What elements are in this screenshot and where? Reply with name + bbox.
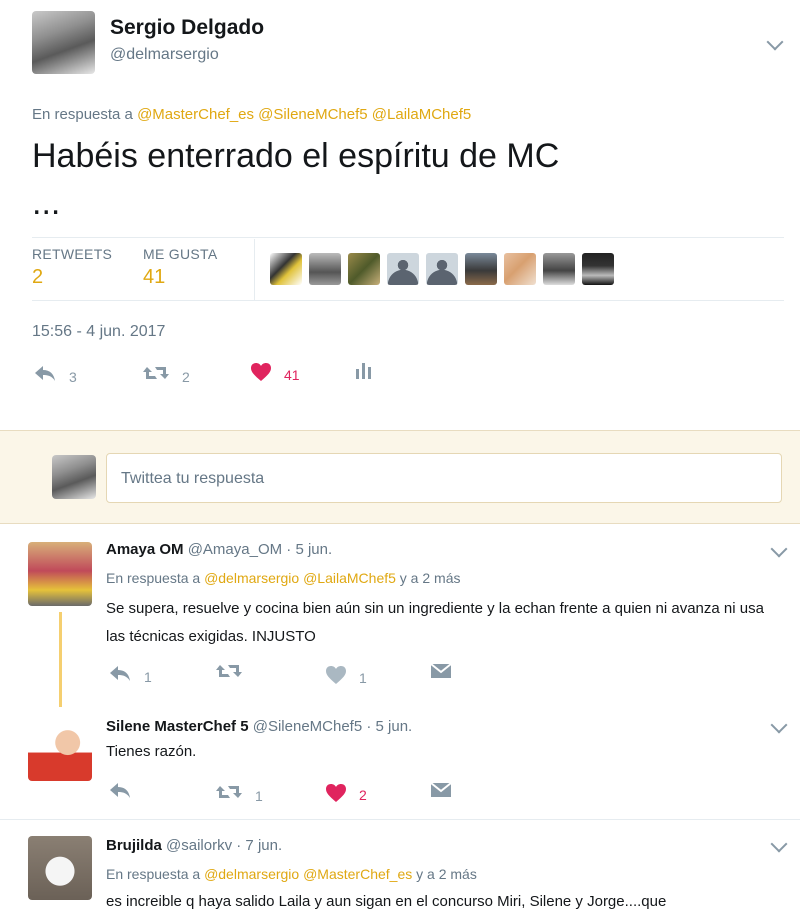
like-count: 1: [359, 670, 367, 686]
retweet-icon: [142, 363, 170, 383]
liker-avatar[interactable]: [309, 253, 341, 285]
retweet-icon: [215, 782, 243, 802]
liker-avatar[interactable]: [348, 253, 380, 285]
chevron-down-icon[interactable]: [770, 835, 788, 853]
chevron-down-icon[interactable]: [770, 716, 788, 734]
retweet-count: 2: [182, 369, 190, 385]
reply-input[interactable]: Twittea tu respuesta: [106, 453, 782, 503]
like-count: 41: [284, 367, 300, 383]
tweet-timestamp[interactable]: 15:56 - 4 jun. 2017: [32, 323, 165, 341]
reply-author-handle[interactable]: @SileneMChef5: [253, 718, 362, 735]
reply-count: 3: [69, 369, 77, 385]
like-action[interactable]: 1: [325, 664, 367, 686]
heart-icon: [325, 665, 347, 685]
reply-compose-area: Twittea tu respuesta: [0, 430, 800, 524]
reply-action[interactable]: 3: [33, 361, 77, 385]
likes-count[interactable]: 41: [143, 266, 165, 289]
author-handle[interactable]: @delmarsergio: [110, 46, 219, 64]
reply-input-placeholder: Twittea tu respuesta: [121, 470, 265, 487]
reply-count: 1: [144, 669, 152, 685]
reply-time[interactable]: · 5 jun.: [366, 718, 412, 735]
my-avatar: [52, 455, 96, 499]
reply-action[interactable]: 1: [108, 661, 152, 685]
reply-author-name[interactable]: Amaya OM: [106, 541, 184, 558]
retweet-action[interactable]: 1: [215, 780, 263, 804]
reply-text: Tienes razón.: [106, 743, 197, 760]
liker-avatar[interactable]: [504, 253, 536, 285]
retweet-count: 1: [255, 788, 263, 804]
stats-top-divider: [32, 237, 784, 238]
liker-avatar[interactable]: [426, 253, 458, 285]
envelope-icon: [430, 781, 452, 799]
reply-icon: [108, 780, 132, 800]
author-name[interactable]: Sergio Delgado: [110, 16, 264, 40]
reply-author-name[interactable]: Silene MasterChef 5: [106, 718, 249, 735]
analytics-action[interactable]: [355, 361, 373, 381]
reply-action[interactable]: [108, 780, 132, 800]
reply-header: Amaya OM @Amaya_OM · 5 jun.: [106, 541, 332, 558]
reply-prefix: En respuesta a: [106, 866, 201, 882]
reply-mentions[interactable]: @MasterChef_es @SileneMChef5 @LailaMChef…: [137, 106, 471, 123]
reply-context: En respuesta a @delmarsergio @MasterChef…: [106, 866, 477, 882]
reply-prefix: En respuesta a: [32, 106, 133, 123]
retweet-action[interactable]: 2: [142, 361, 190, 385]
reply-text: Se supera, resuelve y cocina bien aún si…: [106, 600, 764, 645]
retweets-label[interactable]: RETWEETS: [32, 246, 112, 262]
analytics-icon: [355, 361, 373, 381]
heart-icon: [325, 783, 347, 803]
liker-avatar[interactable]: [270, 253, 302, 285]
reply-time[interactable]: · 5 jun.: [286, 541, 332, 558]
retweet-icon: [215, 661, 243, 681]
reply-avatar[interactable]: [28, 836, 92, 900]
stats-bottom-divider: [32, 300, 784, 301]
reply-more[interactable]: y a 2 más: [416, 866, 477, 882]
reply-author-handle[interactable]: @Amaya_OM: [188, 541, 282, 558]
chevron-down-icon[interactable]: [770, 540, 788, 558]
reply-avatar[interactable]: [28, 542, 92, 606]
chevron-down-icon[interactable]: [766, 33, 784, 51]
reply-author-handle[interactable]: @sailorkv: [166, 837, 232, 854]
tweet-text-ellipsis: ...: [32, 184, 61, 222]
reply-text: es increible q haya salido Laila y aun s…: [106, 893, 667, 910]
thread-line: [59, 612, 62, 707]
reply-divider: [0, 819, 800, 820]
retweets-count[interactable]: 2: [32, 266, 43, 289]
dm-action[interactable]: [430, 662, 452, 680]
reply-icon: [108, 663, 132, 683]
reply-icon: [33, 363, 57, 383]
reply-header: Silene MasterChef 5 @SileneMChef5 · 5 ju…: [106, 718, 412, 735]
author-avatar[interactable]: [32, 11, 95, 74]
stats-separator: [254, 239, 255, 300]
reply-context: En respuesta a @MasterChef_es @SileneMCh…: [32, 106, 471, 123]
reply-context: En respuesta a @delmarsergio @LailaMChef…: [106, 570, 461, 586]
liker-avatar[interactable]: [582, 253, 614, 285]
tweet-text: Habéis enterrado el espíritu de MC: [32, 137, 560, 175]
liker-avatar[interactable]: [387, 253, 419, 285]
envelope-icon: [430, 662, 452, 680]
retweet-action[interactable]: [215, 661, 243, 681]
reply-header: Brujilda @sailorkv · 7 jun.: [106, 837, 282, 854]
reply-avatar[interactable]: [28, 717, 92, 781]
reply-mentions[interactable]: @delmarsergio @MasterChef_es: [204, 866, 412, 882]
reply-author-name[interactable]: Brujilda: [106, 837, 162, 854]
liker-avatar[interactable]: [543, 253, 575, 285]
liker-avatar[interactable]: [465, 253, 497, 285]
heart-icon: [250, 362, 272, 382]
reply-more[interactable]: y a 2 más: [400, 570, 461, 586]
reply-prefix: En respuesta a: [106, 570, 201, 586]
reply-time[interactable]: · 7 jun.: [236, 837, 282, 854]
like-count: 2: [359, 787, 367, 803]
reply-mentions[interactable]: @delmarsergio @LailaMChef5: [204, 570, 396, 586]
like-action[interactable]: 2: [325, 783, 367, 803]
likes-label[interactable]: ME GUSTA: [143, 246, 217, 262]
like-action[interactable]: 41: [250, 361, 300, 383]
dm-action[interactable]: [430, 781, 452, 799]
